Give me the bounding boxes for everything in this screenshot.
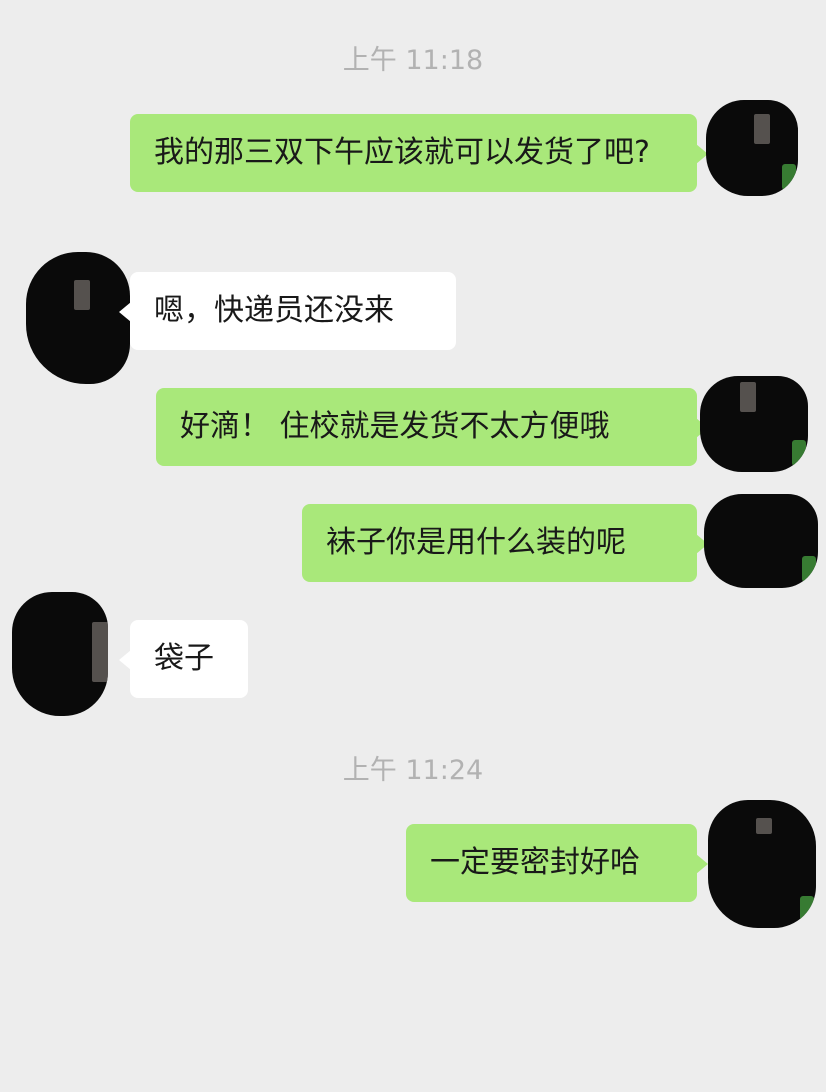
my-avatar[interactable] xyxy=(708,800,816,928)
avatar-redaction-detail xyxy=(754,114,770,144)
avatar-redaction-detail xyxy=(782,164,796,190)
outgoing-message-bubble[interactable]: 一定要密封好哈 xyxy=(406,824,708,902)
chat-area[interactable]: 上午 11:18 我的那三双下午应该就可以发货了吧? 嗯，快递员还没来 好滴！ … xyxy=(0,0,826,1092)
avatar-redaction-detail xyxy=(92,622,108,682)
incoming-message-bubble[interactable]: 袋子 xyxy=(119,620,248,698)
avatar-redaction-detail xyxy=(800,896,814,922)
incoming-message-bubble[interactable]: 嗯，快递员还没来 xyxy=(119,272,456,350)
outgoing-message-bubble[interactable]: 袜子你是用什么装的呢 xyxy=(302,504,708,582)
contact-avatar[interactable] xyxy=(12,592,108,716)
timestamp: 上午 11:18 xyxy=(342,45,484,76)
my-avatar[interactable] xyxy=(700,376,808,472)
outgoing-message-bubble[interactable]: 我的那三双下午应该就可以发货了吧? xyxy=(130,114,708,192)
outgoing-message-bubble[interactable]: 好滴！ 住校就是发货不太方便哦 xyxy=(156,388,708,466)
avatar-redaction-detail xyxy=(756,818,772,834)
avatar-redaction-detail xyxy=(74,280,90,310)
avatar-redaction-detail xyxy=(740,382,756,412)
avatar-redaction-detail xyxy=(802,556,816,582)
timestamp: 上午 11:24 xyxy=(342,755,484,786)
my-avatar[interactable] xyxy=(706,100,798,196)
my-avatar[interactable] xyxy=(704,494,818,588)
contact-avatar[interactable] xyxy=(26,252,130,384)
avatar-redaction-detail xyxy=(792,440,806,466)
